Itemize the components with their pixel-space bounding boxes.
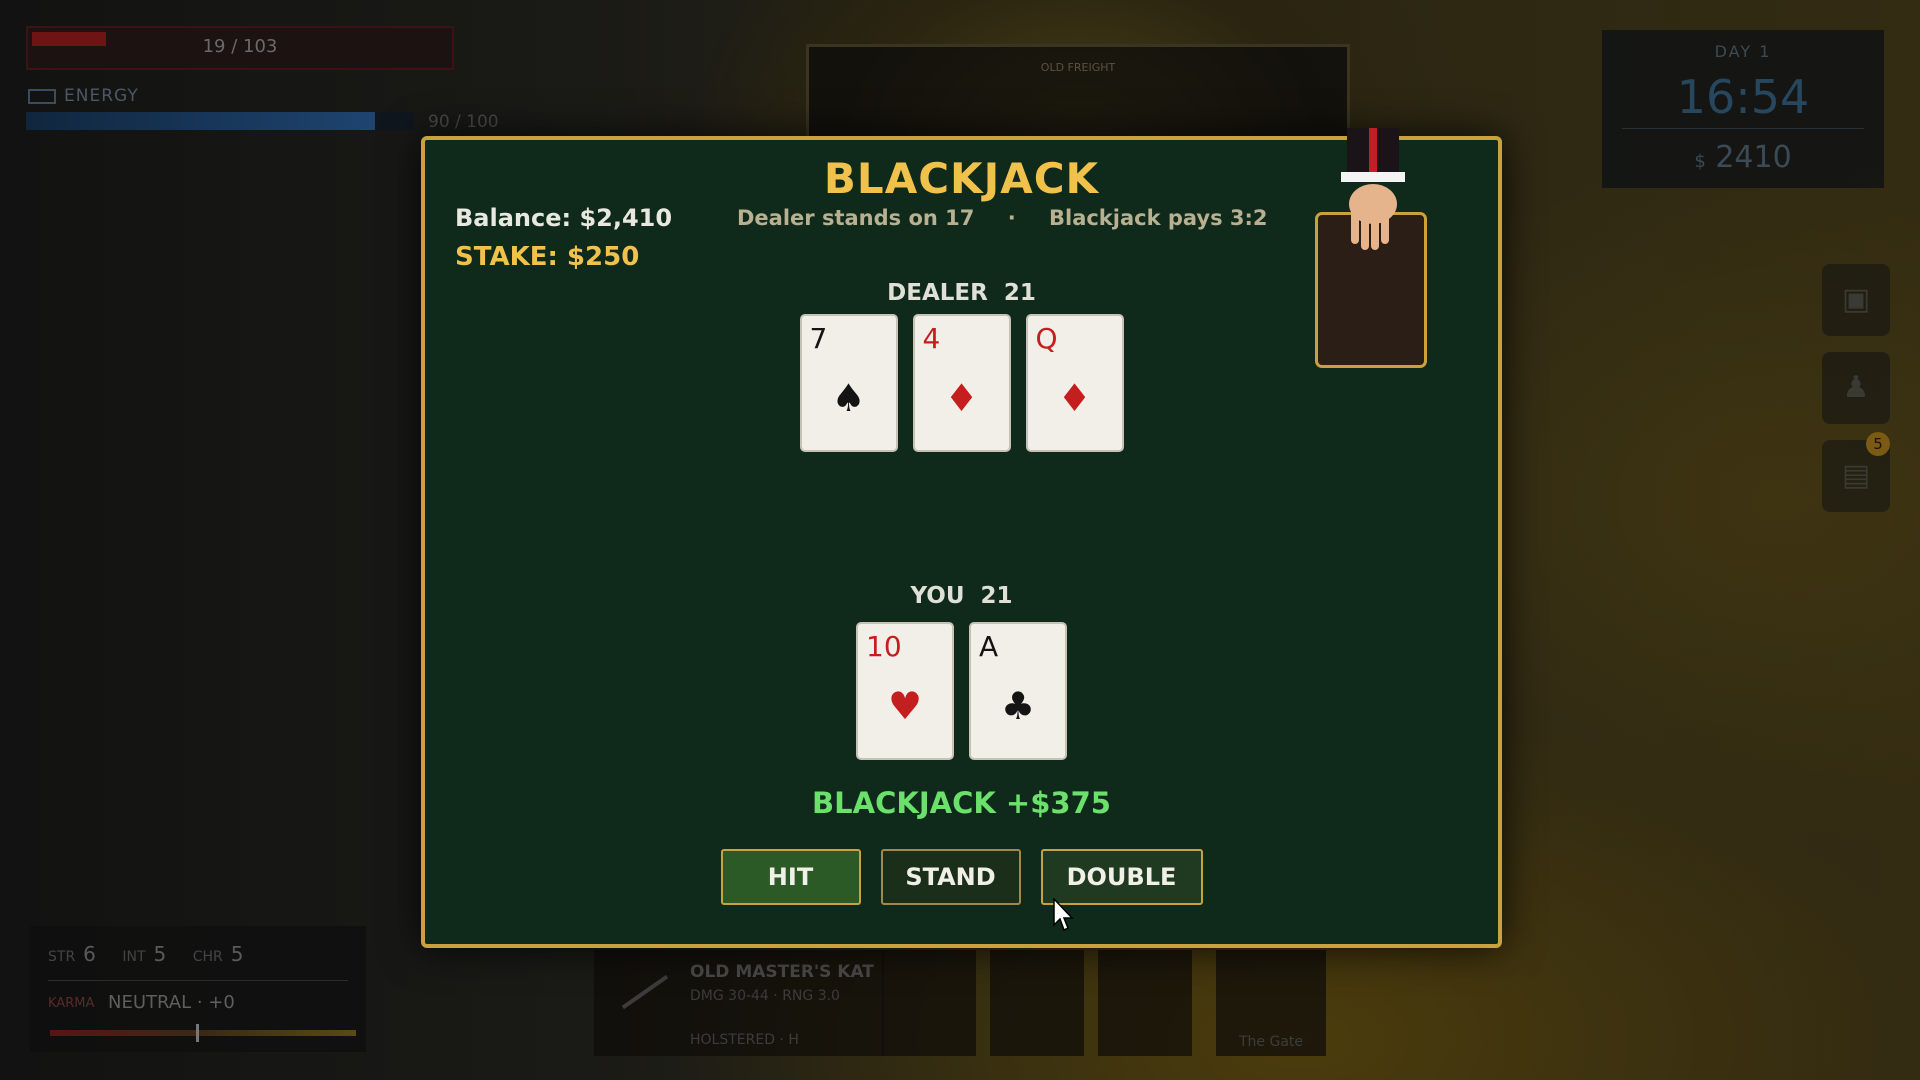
stats-panel: STR 6 INT 5 CHR 5 KARMA NEUTRAL · +0 [30,926,366,1052]
int-value: 5 [153,942,167,966]
health-bar: 19 / 103 [26,26,454,70]
energy-text: 90 / 100 [428,112,499,132]
weapon-slot[interactable]: OLD MASTER'S KAT DMG 30-44 · RNG 3.0 HOL… [594,950,884,1056]
energy-bar [26,112,414,130]
dealer-label: DEALER 21 [425,280,1498,306]
playing-card: 7 ♠ [799,314,898,452]
day-label: DAY 1 [1714,42,1772,61]
card-rank: 7 [809,322,828,355]
health-text: 19 / 103 [202,36,278,57]
clock-time: 16:54 [1676,70,1810,124]
player-label-text: YOU [910,583,965,609]
card-rank: 4 [922,322,941,355]
stake-text: STAKE: $250 [455,242,640,272]
dealer-hand-icon [1341,128,1405,250]
battery-icon [28,88,56,104]
chr-label: CHR [192,949,223,965]
karma-bar [50,1030,356,1036]
player-label: YOU 21 [425,583,1498,609]
stats-divider [48,980,348,981]
dealer-label-text: DEALER [887,280,988,306]
rule-payout: Blackjack pays 3:2 [1048,206,1268,230]
hotbar-slot[interactable] [882,950,976,1056]
board-title: OLD FREIGHT [1040,61,1116,74]
clock-panel: DAY 1 16:54 $ 2410 [1602,30,1884,188]
karma-status: NEUTRAL · +0 [108,992,235,1013]
blackjack-modal: BLACKJACK Balance: $2,410 STAKE: $250 De… [421,128,1502,948]
rules-text: Dealer stands on 17 · Blackjack pays 3:2 [737,206,1268,230]
money-value: 2410 [1715,140,1792,175]
clock-divider [1622,128,1864,129]
dealer-total: 21 [1003,280,1036,306]
energy-label-text: ENERGY [64,86,139,106]
karma-marker [196,1024,199,1042]
str-label: STR [48,949,76,965]
dealer-cards: 7 ♠ 4 ♦ Q ♦ [425,314,1498,452]
result-text: BLACKJACK +$375 [812,786,1111,820]
playing-card: 4 ♦ [912,314,1011,452]
action-buttons: HIT STAND DOUBLE [425,849,1498,905]
hotbar-slot[interactable] [990,950,1084,1056]
chr-value: 5 [230,942,244,966]
diamond-icon: ♦ [944,376,979,420]
weapon-state: HOLSTERED · H [690,1032,799,1048]
journal-badge: 5 [1866,432,1890,456]
stand-button[interactable]: STAND [880,849,1021,905]
double-button[interactable]: DOUBLE [1040,849,1203,905]
playing-card: Q ♦ [1025,314,1124,452]
balance-text: Balance: $2,410 [455,204,673,232]
gate-label: The Gate [1238,1034,1304,1050]
energy-bar-fill [26,112,376,130]
rule-separator: · [1007,206,1016,230]
club-icon: ♣ [1000,684,1036,728]
weapon-stats: DMG 30-44 · RNG 3.0 [690,988,840,1004]
int-label: INT [122,949,146,965]
diamond-icon: ♦ [1057,376,1092,420]
playing-card: 10 ♥ [856,622,954,760]
heart-icon: ♥ [887,684,923,728]
game-title: BLACKJACK [823,154,1100,203]
player-cards: 10 ♥ A ♣ [425,622,1498,760]
character-icon[interactable]: ♟ [1822,352,1890,424]
str-value: 6 [83,942,96,966]
energy-label: ENERGY [28,86,139,106]
katana-icon [621,974,669,1010]
karma-label: KARMA [48,996,95,1011]
money-symbol: $ [1694,151,1706,172]
mouse-cursor-icon [1053,898,1074,932]
gate-slot[interactable]: The Gate [1216,950,1326,1056]
player-total: 21 [980,583,1013,609]
hit-button[interactable]: HIT [720,849,861,905]
card-rank: Q [1035,322,1058,355]
stats-row: STR 6 INT 5 CHR 5 [48,942,265,966]
hotbar-slot[interactable] [1098,950,1192,1056]
weapon-name: OLD MASTER'S KAT [690,962,874,982]
rule-dealer: Dealer stands on 17 [737,206,975,230]
playing-card: A ♣ [969,622,1067,760]
spade-icon: ♠ [831,376,866,420]
backpack-icon[interactable]: ▣ [1822,264,1890,336]
card-rank: A [979,630,999,663]
card-rank: 10 [866,630,902,663]
money-display: $ 2410 [1602,140,1884,175]
